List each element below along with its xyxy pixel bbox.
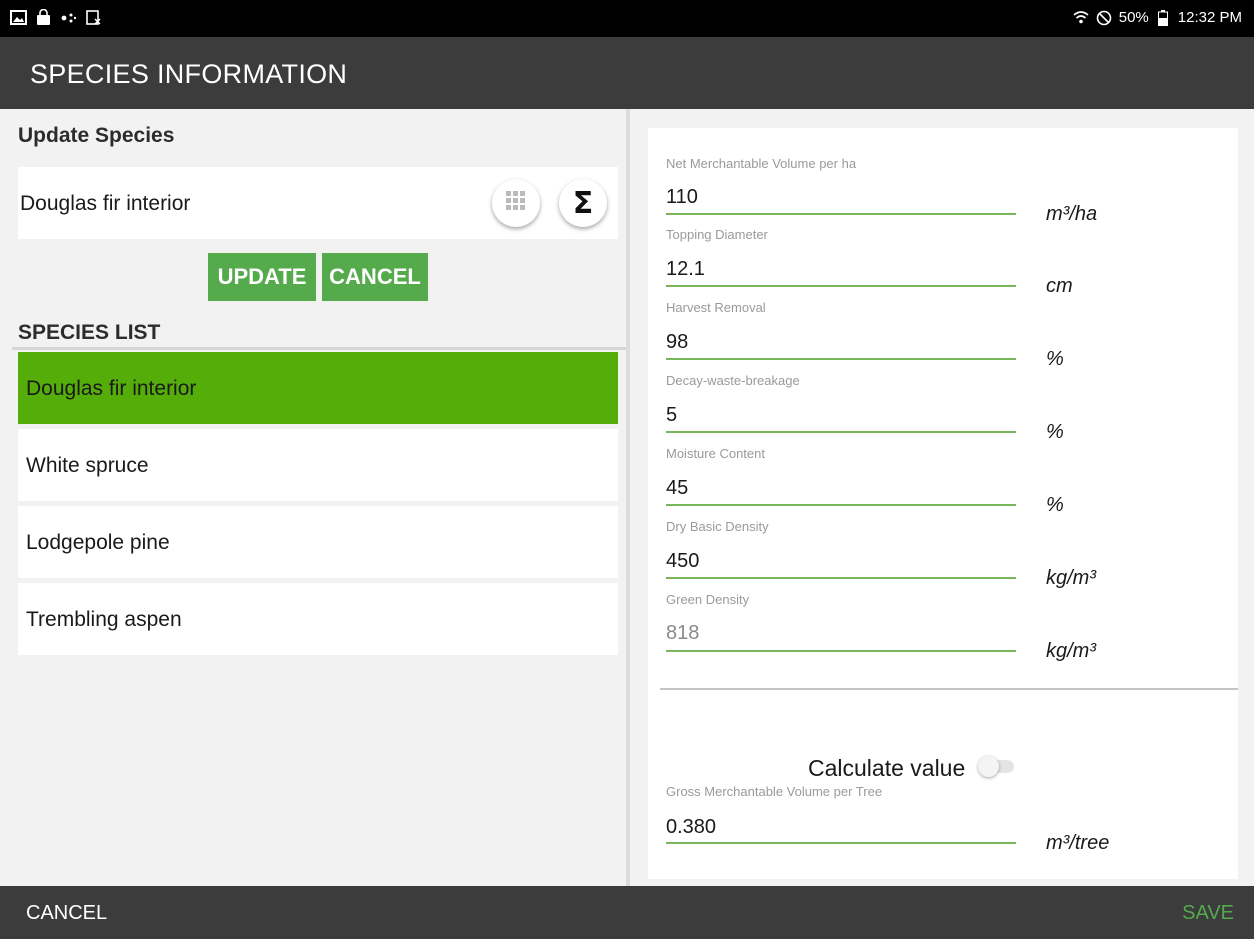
cancel-update-button[interactable]: CANCEL [322, 253, 428, 301]
gallery-icon [10, 9, 27, 26]
gross-volume-label: Gross Merchantable Volume per Tree [666, 784, 883, 799]
dry-density-input[interactable]: 450 [666, 550, 699, 573]
net-volume-input[interactable]: 110 [666, 186, 698, 209]
list-item-label: White spruce [26, 454, 149, 477]
list-item[interactable]: Lodgepole pine [18, 506, 618, 578]
species-details-panel: Net Merchantable Volume per ha 110 m³/ha… [648, 128, 1238, 879]
dry-density-unit: kg/m³ [1046, 567, 1096, 589]
green-density-unit: kg/m³ [1046, 640, 1096, 662]
status-bar: 50% 12:32 PM [0, 0, 1254, 37]
battery-percent: 50% [1118, 9, 1149, 26]
green-density-underline [666, 650, 1016, 652]
gross-volume-unit: m³/tree [1046, 832, 1110, 854]
decay-waste-underline [666, 431, 1016, 433]
status-icons-right: 50% 12:32 PM [1073, 9, 1242, 26]
save-button[interactable]: SAVE [1182, 902, 1234, 925]
wifi-icon [1073, 9, 1090, 26]
moisture-content-input[interactable]: 45 [666, 477, 688, 500]
dots-icon [60, 9, 77, 26]
do-not-disturb-icon [1096, 9, 1113, 26]
topping-diameter-label: Topping Diameter [666, 227, 768, 242]
update-button[interactable]: UPDATE [208, 253, 316, 301]
gross-volume-input[interactable]: 0.380 [666, 816, 716, 839]
sigma-button[interactable]: Σ [559, 179, 607, 227]
net-volume-label: Net Merchantable Volume per ha [666, 156, 857, 171]
list-item[interactable]: Douglas fir interior [18, 352, 618, 424]
app-bar: SPECIES INFORMATION [0, 37, 1254, 109]
harvest-removal-unit: % [1046, 348, 1064, 370]
shopping-bag-icon [35, 9, 52, 26]
battery-icon [1155, 9, 1172, 26]
moisture-content-unit: % [1046, 494, 1064, 516]
harvest-removal-underline [666, 358, 1016, 360]
list-item-label: Trembling aspen [26, 608, 182, 631]
panel-divider [626, 109, 630, 886]
update-species-heading: Update Species [18, 124, 175, 147]
harvest-removal-input[interactable]: 98 [666, 331, 688, 354]
topping-diameter-unit: cm [1046, 275, 1073, 297]
page-title: SPECIES INFORMATION [30, 59, 348, 89]
sigma-icon: Σ [572, 185, 594, 221]
list-item-label: Lodgepole pine [26, 531, 170, 554]
list-item[interactable]: Trembling aspen [18, 583, 618, 655]
gross-volume-underline [666, 842, 1016, 844]
grid-button[interactable] [492, 179, 540, 227]
grid-icon [506, 190, 526, 216]
topping-diameter-input[interactable]: 12.1 [666, 258, 705, 281]
clipboard-icon [85, 9, 102, 26]
status-icons-left [10, 9, 102, 26]
green-density-label: Green Density [666, 592, 750, 607]
decay-waste-label: Decay-waste-breakage [666, 373, 800, 388]
species-list-heading: SPECIES LIST [18, 321, 161, 344]
topping-diameter-underline [666, 285, 1016, 287]
toggle-thumb [978, 756, 999, 777]
calculate-value-label: Calculate value [808, 755, 966, 781]
dry-density-underline [666, 577, 1016, 579]
net-volume-underline [666, 213, 1016, 215]
calculate-value-toggle[interactable] [978, 756, 1016, 777]
harvest-removal-label: Harvest Removal [666, 300, 766, 315]
species-list-divider [12, 347, 626, 350]
green-density-value: 818 [666, 622, 700, 644]
selected-species-field[interactable]: Douglas fir interior Σ [18, 167, 618, 239]
list-item-label: Douglas fir interior [26, 377, 197, 400]
net-volume-unit: m³/ha [1046, 203, 1098, 225]
decay-waste-input[interactable]: 5 [666, 404, 677, 427]
decay-waste-unit: % [1046, 421, 1064, 443]
selected-species-name: Douglas fir interior [20, 192, 191, 215]
bottom-action-bar: CANCEL SAVE [0, 886, 1254, 939]
cancel-button[interactable]: CANCEL [26, 902, 107, 925]
section-divider [660, 688, 1238, 690]
moisture-content-underline [666, 504, 1016, 506]
moisture-content-label: Moisture Content [666, 446, 765, 461]
left-panel: Update Species Douglas fir interior Σ UP… [0, 109, 626, 886]
clock: 12:32 PM [1177, 9, 1242, 26]
list-item[interactable]: White spruce [18, 429, 618, 501]
dry-density-label: Dry Basic Density [666, 519, 769, 534]
